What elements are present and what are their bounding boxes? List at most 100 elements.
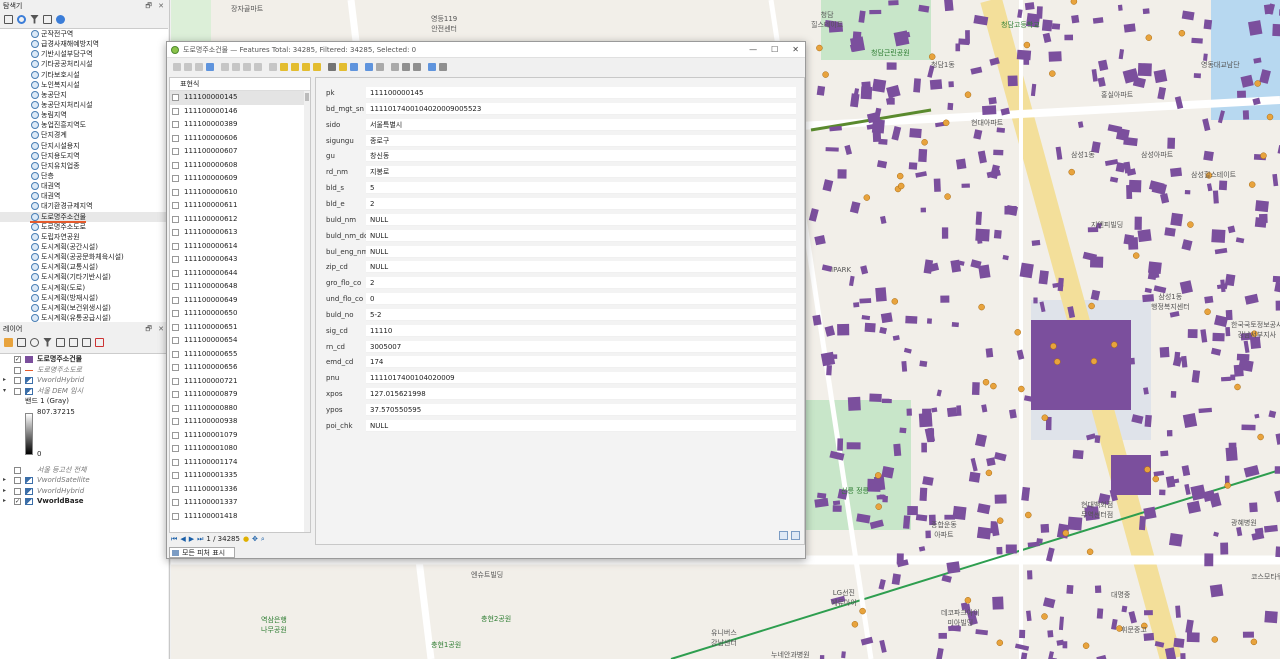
- browser-item[interactable]: 도립자연공원: [0, 232, 168, 242]
- browser-item[interactable]: 농림지역: [0, 110, 168, 120]
- feature-row[interactable]: 111100000880: [170, 402, 310, 416]
- feature-checkbox[interactable]: [172, 431, 179, 439]
- delete-field-icon[interactable]: [391, 63, 399, 71]
- feature-row[interactable]: 111100000655: [170, 348, 310, 362]
- feature-checkbox[interactable]: [172, 188, 179, 196]
- feature-row[interactable]: 111100001335: [170, 469, 310, 483]
- feature-checkbox[interactable]: [172, 283, 179, 291]
- remove-layer-icon[interactable]: [95, 337, 104, 347]
- field-calc-icon[interactable]: [402, 63, 410, 71]
- feature-row[interactable]: 111100001418: [170, 510, 310, 524]
- feature-row[interactable]: 111100001080: [170, 442, 310, 456]
- browser-item[interactable]: 도시계획(도로): [0, 283, 168, 293]
- feature-row[interactable]: 111100000611: [170, 199, 310, 213]
- invert-selection-icon[interactable]: [302, 63, 310, 71]
- feature-row[interactable]: 111100000613: [170, 226, 310, 240]
- field-value-input[interactable]: 종로구: [366, 134, 796, 147]
- feature-row[interactable]: 111100001336: [170, 483, 310, 497]
- feature-row[interactable]: 111100000654: [170, 334, 310, 348]
- layer-visibility-checkbox[interactable]: [14, 487, 21, 495]
- feature-checkbox[interactable]: [172, 391, 179, 399]
- field-value-input[interactable]: 1111017400104020009005523: [366, 102, 796, 115]
- feature-row[interactable]: 111100000644: [170, 267, 310, 281]
- field-value-input[interactable]: 창신동: [366, 150, 796, 163]
- browser-item[interactable]: 단지용도지역: [0, 151, 168, 161]
- feature-row[interactable]: 111100000145: [170, 91, 310, 105]
- feature-checkbox[interactable]: [172, 337, 179, 345]
- feature-row[interactable]: 111100000607: [170, 145, 310, 159]
- browser-item[interactable]: 도시계획(교통시설): [0, 262, 168, 272]
- dock-icon[interactable]: [439, 63, 447, 71]
- add-feature-icon[interactable]: [221, 63, 229, 71]
- feature-checkbox[interactable]: [172, 323, 179, 331]
- expression-select-icon[interactable]: [280, 63, 288, 71]
- browser-item[interactable]: 도로명주소도로: [0, 222, 168, 232]
- filter-expression-icon[interactable]: [56, 337, 65, 347]
- field-value-input[interactable]: 2: [366, 277, 796, 290]
- browser-item[interactable]: 도로명주소건물: [0, 211, 168, 223]
- feature-checkbox[interactable]: [172, 296, 179, 304]
- pan-map-icon[interactable]: [350, 63, 358, 71]
- highlight-icon[interactable]: ●: [243, 535, 249, 543]
- feature-checkbox[interactable]: [172, 445, 179, 453]
- feature-checkbox[interactable]: [172, 404, 179, 412]
- pan-to-icon[interactable]: ✥: [252, 535, 258, 543]
- browser-item[interactable]: 단지경계: [0, 130, 168, 140]
- feature-row[interactable]: 111100000608: [170, 159, 310, 173]
- feature-row[interactable]: 111100000650: [170, 307, 310, 321]
- browser-item[interactable]: 도시계획(보건위생시설): [0, 303, 168, 313]
- feature-row[interactable]: 111100000610: [170, 186, 310, 200]
- collapse-all-icon[interactable]: [43, 14, 52, 24]
- feature-checkbox[interactable]: [172, 148, 179, 156]
- feature-row[interactable]: 111100000938: [170, 415, 310, 429]
- field-value-input[interactable]: NULL: [366, 229, 796, 242]
- conditional-format-icon[interactable]: [413, 63, 421, 71]
- browser-item[interactable]: 대권역: [0, 181, 168, 191]
- browser-item[interactable]: 단지유치업종: [0, 161, 168, 171]
- feature-row[interactable]: 111100000606: [170, 132, 310, 146]
- actions-icon[interactable]: [428, 63, 436, 71]
- feature-checkbox[interactable]: [172, 175, 179, 183]
- expand-right-icon[interactable]: ▸: [3, 496, 6, 507]
- feature-row[interactable]: 111100000651: [170, 321, 310, 335]
- field-value-input[interactable]: 5: [366, 182, 796, 195]
- layer-item[interactable]: ▸ VworldHybrid: [0, 486, 168, 497]
- maximize-button[interactable]: ☐: [771, 42, 778, 58]
- filter-icon[interactable]: [30, 14, 39, 24]
- table-view-button[interactable]: [791, 531, 800, 540]
- field-value-input[interactable]: 2: [366, 197, 796, 210]
- field-value-input[interactable]: 1111017400104020009: [366, 372, 796, 385]
- layer-visibility-checkbox[interactable]: [14, 466, 21, 474]
- feature-checkbox[interactable]: [172, 310, 179, 318]
- expand-right-icon[interactable]: ▸: [3, 475, 6, 486]
- refresh-icon[interactable]: [17, 14, 26, 24]
- field-value-input[interactable]: 11110: [366, 324, 796, 337]
- feature-row[interactable]: 111100000389: [170, 118, 310, 132]
- feature-row[interactable]: 111100000614: [170, 240, 310, 254]
- next-feature-icon[interactable]: ▶: [189, 535, 194, 543]
- form-view-button[interactable]: [779, 531, 788, 540]
- browser-item[interactable]: 농공단지: [0, 90, 168, 100]
- feature-row[interactable]: 111100000879: [170, 388, 310, 402]
- layer-item[interactable]: 도로명주소도로: [0, 365, 168, 376]
- browser-item[interactable]: 농공단지처리시설: [0, 100, 168, 110]
- feature-row[interactable]: 111100000721: [170, 375, 310, 389]
- feature-row[interactable]: 111100000649: [170, 294, 310, 308]
- field-value-input[interactable]: 서울특별시: [366, 118, 796, 131]
- multi-edit-icon[interactable]: [184, 63, 192, 71]
- feature-checkbox[interactable]: [172, 350, 179, 358]
- browser-item[interactable]: 단층: [0, 171, 168, 181]
- feature-checkbox[interactable]: [172, 202, 179, 210]
- cut-icon[interactable]: [243, 63, 251, 71]
- layer-item[interactable]: ▸ VworldHybrid: [0, 375, 168, 386]
- feature-row[interactable]: 111100000146: [170, 105, 310, 119]
- browser-item[interactable]: 기타공공처리시설: [0, 59, 168, 69]
- copy-icon[interactable]: [254, 63, 262, 71]
- feature-list-scrollbar[interactable]: [304, 91, 310, 532]
- browser-panel-controls[interactable]: 🗗 ✕: [145, 0, 169, 12]
- layer-item[interactable]: ▾ 서울 DEM 임시: [0, 386, 168, 397]
- field-value-input[interactable]: 3005007: [366, 340, 796, 353]
- minimize-button[interactable]: —: [749, 42, 757, 58]
- field-value-input[interactable]: NULL: [366, 261, 796, 274]
- deselect-icon[interactable]: [313, 63, 321, 71]
